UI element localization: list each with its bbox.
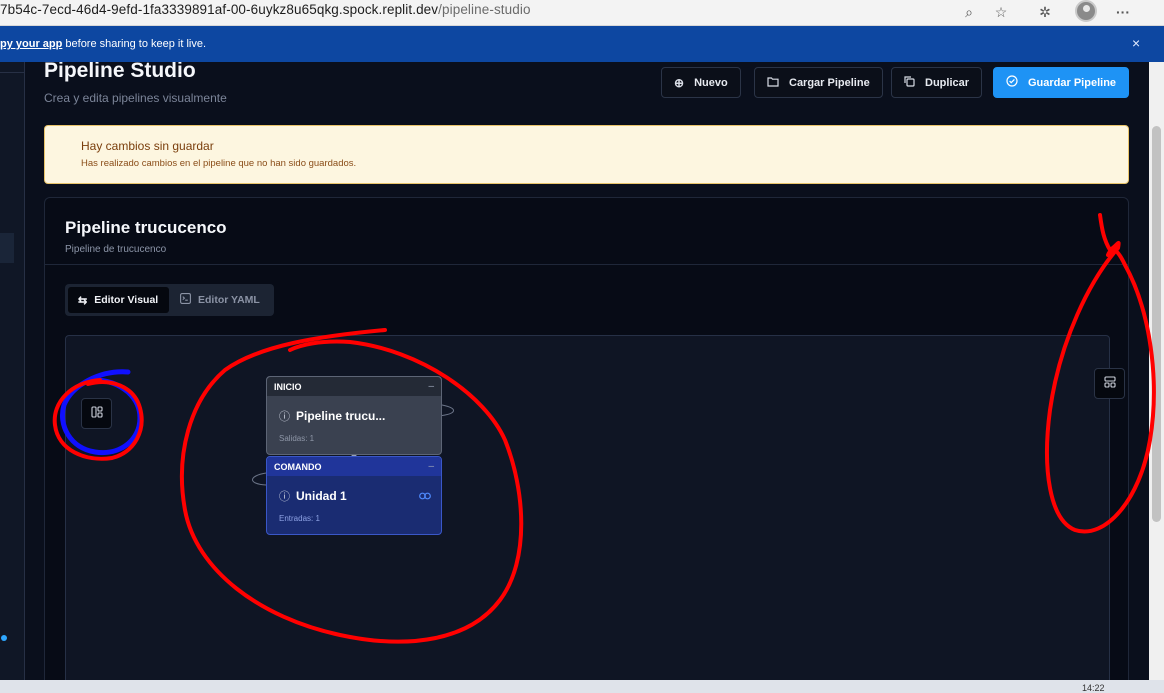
info-icon[interactable]: ⓘ — [279, 488, 290, 504]
deploy-banner: py your app before sharing to keep it li… — [0, 26, 1164, 62]
node-header: COMANDO – — [267, 457, 441, 476]
node-name-label: Pipeline trucu... — [296, 409, 386, 423]
tab-editor-yaml[interactable]: Editor YAML — [170, 287, 270, 313]
duplicate-button[interactable]: Duplicar — [891, 67, 983, 98]
node-body: ⓘ Pipeline trucu... Salidas: 1 — [267, 396, 441, 454]
node-comando[interactable]: COMANDO – ⓘ Unidad 1 Entradas: 1 — [266, 456, 442, 535]
panel-divider — [45, 264, 1128, 265]
browser-menu-icon[interactable]: ··· — [1112, 1, 1134, 23]
check-circle-icon — [1006, 75, 1018, 90]
new-button-label: Nuevo — [694, 76, 728, 89]
link-icon[interactable] — [419, 491, 431, 503]
profile-avatar-icon[interactable] — [1075, 0, 1097, 22]
app-main: Pipeline Studio Crea y edita pipelines v… — [0, 62, 1164, 680]
new-button[interactable]: ⊕ Nuevo — [661, 67, 741, 98]
save-pipeline-label: Guardar Pipeline — [1028, 76, 1117, 89]
load-pipeline-button[interactable]: Cargar Pipeline — [754, 67, 883, 98]
node-type-label: INICIO — [274, 381, 302, 392]
url-path: /pipeline-studio — [438, 2, 531, 17]
page-title: Pipeline Studio — [44, 62, 196, 82]
edge-comando-in — [252, 472, 267, 486]
alert-description: Has realizado cambios en el pipeline que… — [81, 158, 357, 169]
pipeline-panel: Pipeline trucucenco Pipeline de trucucen… — [44, 197, 1129, 680]
tab-editor-yaml-label: Editor YAML — [198, 294, 260, 306]
node-outputs: Salidas: 1 — [279, 434, 315, 443]
editor-tabs: ⇆ Editor Visual Editor YAML — [65, 284, 274, 316]
node-header: INICIO – — [267, 377, 441, 396]
pipeline-description: Pipeline de trucucenco — [65, 244, 167, 255]
node-title: ⓘ Pipeline trucu... — [279, 408, 385, 424]
tab-editor-visual[interactable]: ⇆ Editor Visual — [68, 287, 169, 313]
sidebar — [0, 62, 25, 680]
extensions-icon[interactable]: ✲ — [1034, 1, 1056, 23]
copy-icon — [904, 75, 915, 90]
browser-address-bar[interactable]: 7b54c-7ecd-46d4-9efd-1fa3339891af-00-6uy… — [0, 0, 1164, 26]
load-pipeline-label: Cargar Pipeline — [789, 76, 870, 89]
collapse-icon[interactable]: – — [428, 381, 434, 392]
duplicate-label: Duplicar — [925, 76, 970, 89]
zoom-icon[interactable]: ⌕ — [958, 1, 980, 23]
edge-layer — [252, 404, 454, 486]
swap-arrows-icon: ⇆ — [78, 294, 88, 307]
info-icon[interactable]: ⓘ — [279, 408, 290, 424]
unsaved-changes-alert: Hay cambios sin guardar Has realizado ca… — [44, 125, 1129, 184]
terminal-icon — [180, 293, 191, 307]
taskbar-clock: 14:22 — [1082, 683, 1105, 693]
banner-close-button[interactable]: × — [1132, 35, 1140, 51]
sidebar-status-dot — [1, 635, 7, 641]
node-name-label: Unidad 1 — [296, 489, 347, 503]
alert-title: Hay cambios sin guardar — [81, 139, 214, 153]
node-body: ⓘ Unidad 1 Entradas: 1 — [267, 476, 441, 534]
url-host: 7b54c-7ecd-46d4-9efd-1fa3339891af-00-6uy… — [0, 2, 439, 17]
sidebar-selected-item[interactable] — [0, 233, 14, 263]
pipeline-name: Pipeline trucucenco — [65, 218, 227, 237]
node-inicio[interactable]: INICIO – ⓘ Pipeline trucu... Salidas: 1 — [266, 376, 442, 455]
banner-text: before sharing to keep it live. — [62, 38, 207, 50]
os-taskbar: 14:22 — [0, 680, 1164, 693]
node-inputs: Entradas: 1 — [279, 514, 320, 523]
collapse-icon[interactable]: – — [428, 461, 434, 472]
url-text[interactable]: 7b54c-7ecd-46d4-9efd-1fa3339891af-00-6uy… — [0, 2, 531, 17]
plus-circle-icon: ⊕ — [674, 75, 685, 90]
tab-editor-visual-label: Editor Visual — [94, 294, 159, 306]
node-type-label: COMANDO — [274, 461, 322, 472]
banner-message: py your app before sharing to keep it li… — [0, 38, 206, 50]
page-scrollbar[interactable] — [1149, 62, 1164, 680]
banner-link[interactable]: py your app — [0, 38, 62, 50]
node-title: ⓘ Unidad 1 — [279, 488, 347, 504]
pipeline-canvas[interactable]: INICIO – ⓘ Pipeline trucu... Salidas: 1 … — [65, 335, 1125, 680]
save-pipeline-button[interactable]: Guardar Pipeline — [993, 67, 1130, 98]
page-subtitle: Crea y edita pipelines visualmente — [44, 91, 227, 105]
folder-open-icon — [767, 76, 779, 90]
sidebar-divider — [0, 72, 25, 73]
scrollbar-thumb[interactable] — [1152, 126, 1161, 522]
screen: 7b54c-7ecd-46d4-9efd-1fa3339891af-00-6uy… — [0, 0, 1164, 693]
favorite-star-icon[interactable]: ☆ — [990, 1, 1012, 23]
